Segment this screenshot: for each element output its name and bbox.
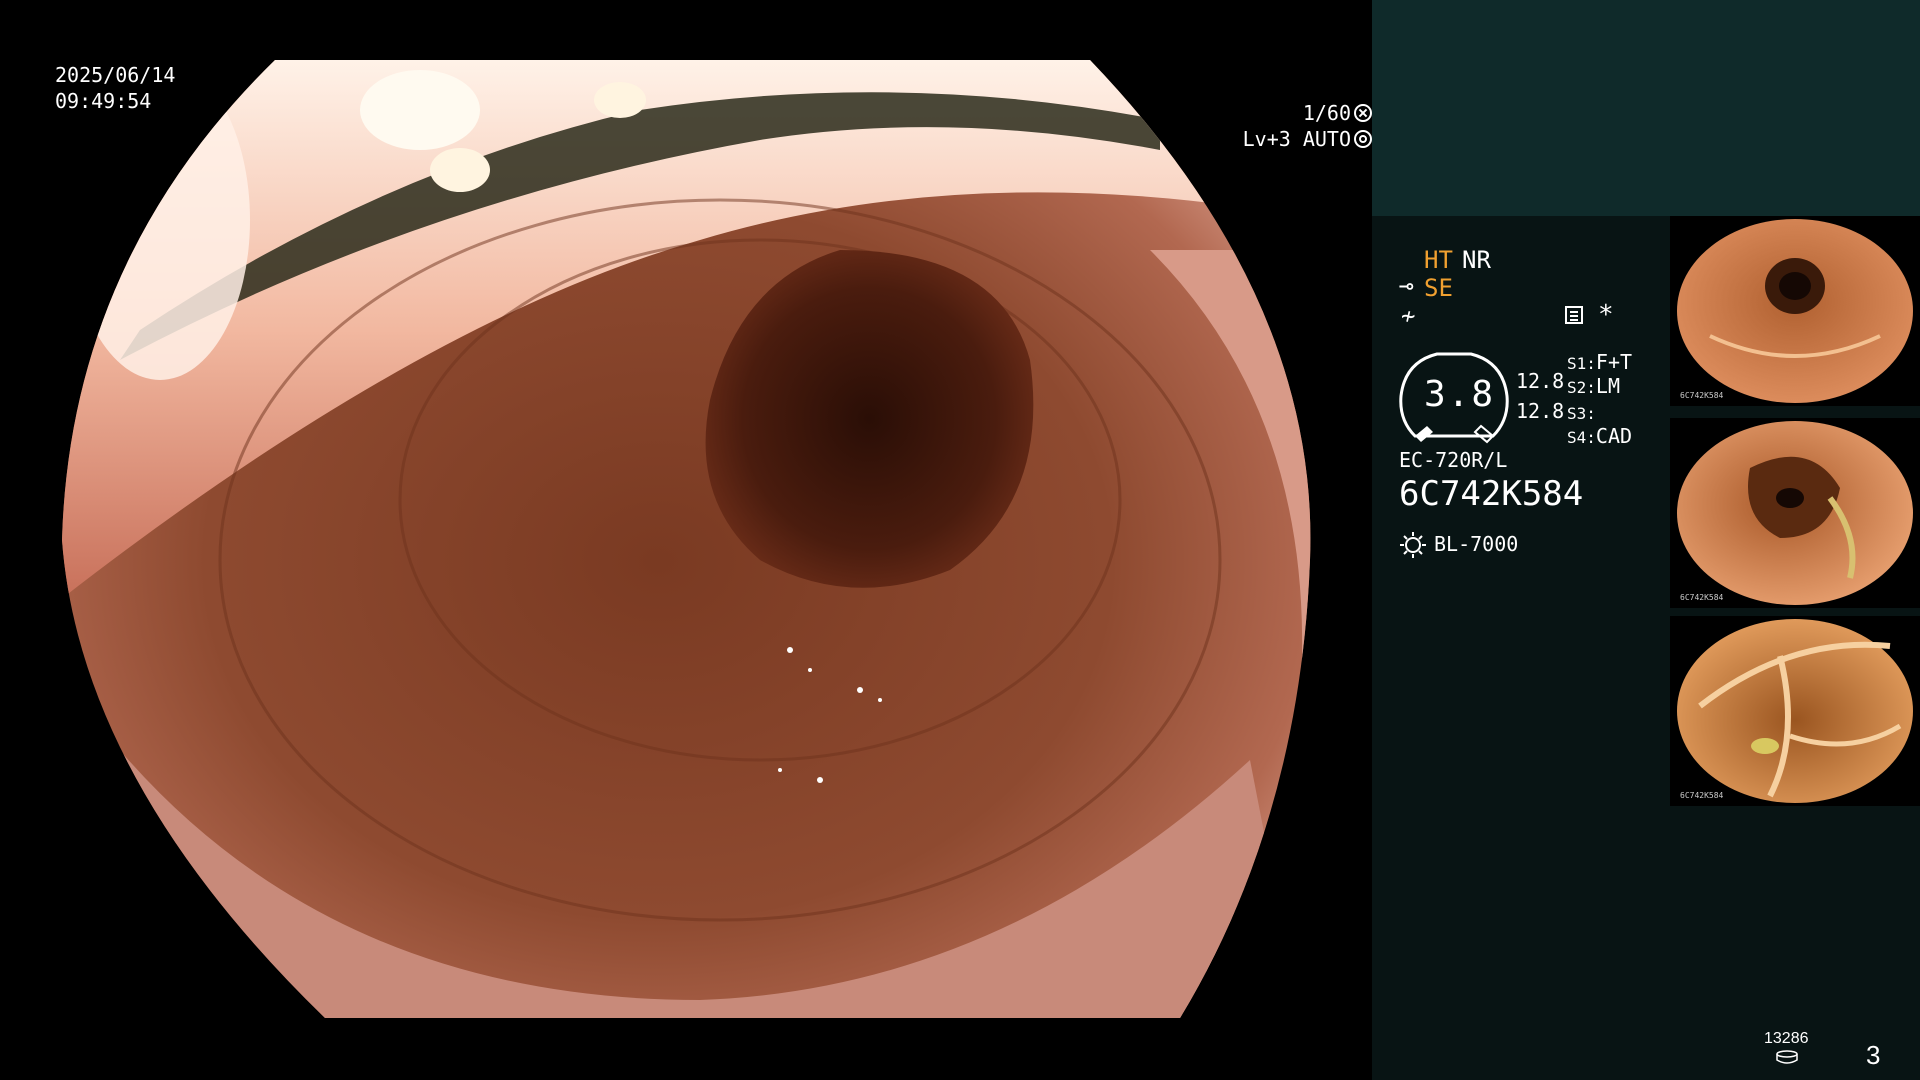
ht-indicator: HT [1424,246,1453,274]
light-source: BL-7000 [1434,532,1519,556]
disk-icon [1776,1050,1798,1064]
asterisk-icon: * [1598,300,1614,330]
gauge-value-b: 12.8 [1516,399,1565,423]
filter-icon: ≁ [1401,302,1416,330]
exposure-readout: 1/60 Lv+3 AUTO [52,100,1372,152]
endoscope-main-view: 2025/06/14 09:49:54 1/60 Lv+3 AUTO [0,0,1372,1080]
thumbnail-image [1677,219,1913,403]
side-top-area [1372,0,1920,216]
light-bulb-icon [1400,532,1426,558]
mode-icon [1565,306,1583,324]
scope-model: EC-720R/L [1399,448,1508,472]
gauge-value-a: 12.8 [1516,369,1565,393]
page-number: 3 [1866,1040,1881,1070]
endoscope-image [62,60,1311,1018]
storage-counter: 13286 [1764,1030,1809,1047]
se-indicator: SE [1424,274,1453,302]
switch-1: S1:F+T [1567,350,1633,374]
shutter-icon [1354,104,1372,122]
thumbnail-label: 6C742K584 [1680,791,1724,800]
scope-icon: ⊸ [1399,272,1414,300]
zoom-value: 3.8 [1424,374,1496,415]
thumbnail-image [1677,619,1913,803]
switch-4: S4:CAD [1567,424,1633,448]
iris-icon [1354,130,1372,148]
scope-serial: 6C742K584 [1399,474,1584,514]
thumbnail-image [1677,421,1913,605]
thumbnail-label: 6C742K584 [1680,391,1724,400]
thumbnail-label: 6C742K584 [1680,593,1724,602]
switch-3: S3: [1567,404,1596,423]
switch-2: S2:LM [1567,374,1620,398]
exposure-level: Lv+3 AUTO [1242,127,1351,151]
capture-thumbnail[interactable]: 6C742K584 [1670,616,1920,806]
capture-thumbnail[interactable]: 6C742K584 [1670,418,1920,608]
shutter-speed: 1/60 [1302,101,1351,125]
date-text: 2025/06/14 [55,63,176,87]
nr-indicator: NR [1462,246,1491,274]
capture-thumbnail[interactable]: 6C742K584 [1670,216,1920,406]
